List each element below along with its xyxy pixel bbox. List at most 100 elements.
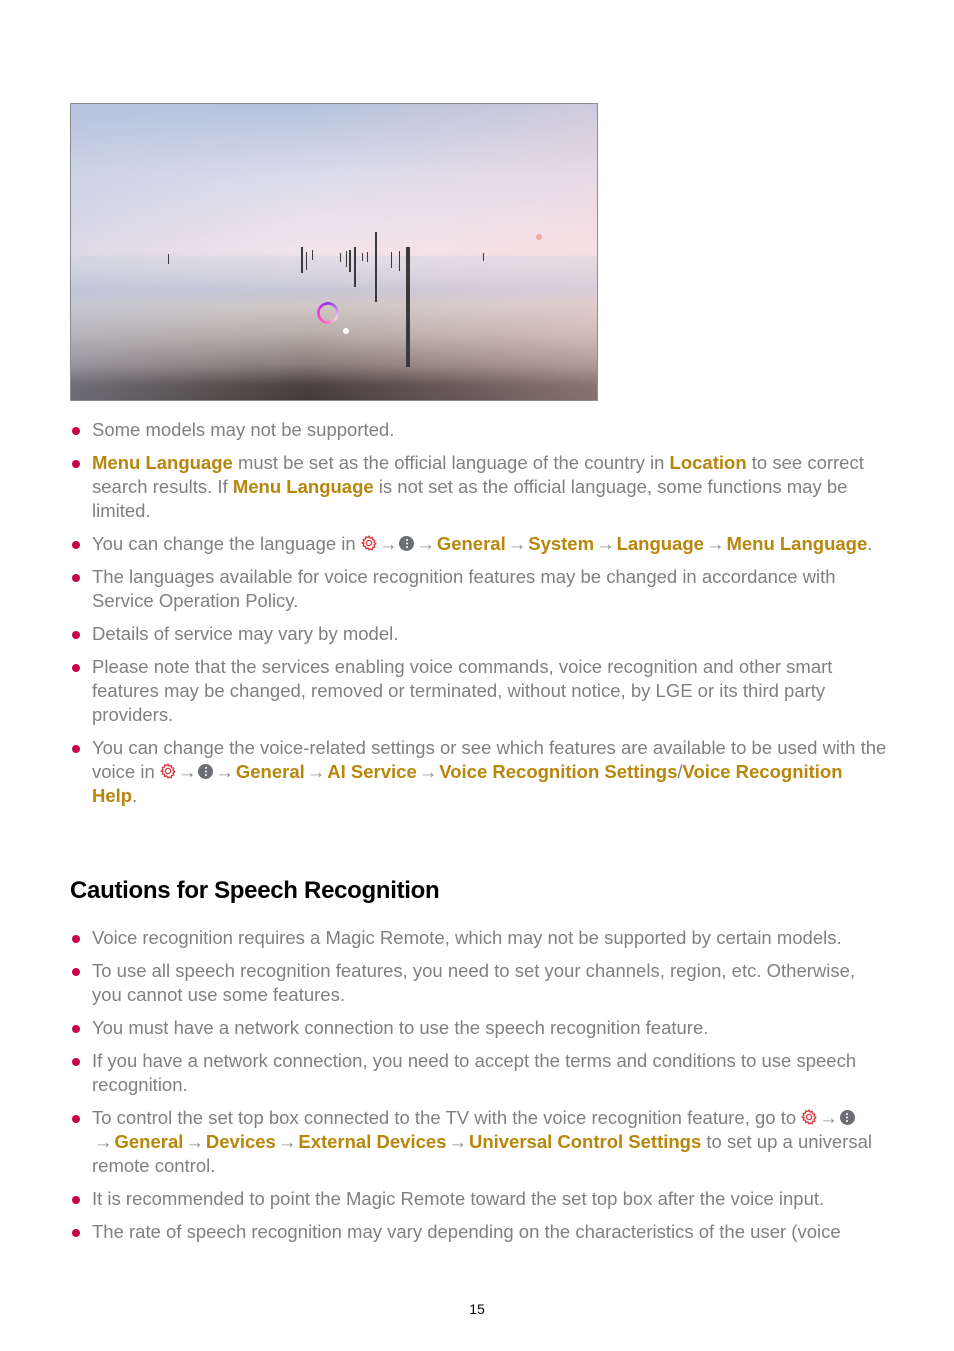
wooden-post: [375, 232, 377, 302]
body-text: The languages available for voice recogn…: [92, 566, 836, 611]
bullet-icon: [72, 1025, 80, 1033]
cautions-list: Voice recognition requires a Magic Remot…: [70, 926, 890, 1253]
wooden-post: [340, 253, 341, 262]
wooden-post: [399, 251, 400, 271]
menu-path-label: Language: [616, 533, 704, 554]
note-item: Some models may not be supported.: [70, 418, 890, 442]
note-item: You can change the language in → → General…: [70, 532, 890, 556]
bullet-icon: [72, 460, 80, 468]
menu-path-label: External Devices: [298, 1131, 447, 1152]
note-item: The languages available for voice recogn…: [70, 565, 890, 613]
wooden-post: [354, 247, 356, 287]
menu-path-label: AI Service: [327, 761, 417, 782]
bullet-icon: [72, 1229, 80, 1237]
bullet-icon: [72, 664, 80, 672]
wooden-post: [312, 250, 313, 260]
body-text: To control the set top box connected to …: [92, 1107, 802, 1128]
tv-screen-illustration: [70, 103, 598, 401]
arrow-right-icon: →: [177, 761, 197, 782]
arrow-right-icon: →: [277, 1131, 297, 1152]
body-text: .: [132, 785, 138, 806]
body-text: You can change the language in: [92, 533, 361, 554]
bullet-icon: [72, 935, 80, 943]
body-text: Please note that the services enabling v…: [92, 656, 833, 725]
caution-item: The rate of speech recognition may vary …: [70, 1220, 890, 1244]
wooden-post: [306, 252, 307, 270]
bullet-icon: [72, 1115, 80, 1123]
wooden-post: [301, 247, 303, 273]
arrow-right-icon: →: [448, 1131, 467, 1152]
section-title: Cautions for Speech Recognition: [70, 877, 440, 904]
body-text: If you have a network connection, you ne…: [92, 1050, 857, 1095]
body-text: Voice recognition requires a Magic Remot…: [92, 927, 842, 948]
note-item: You can change the voice-related setting…: [70, 736, 890, 808]
wooden-post: [367, 252, 368, 262]
menu-path-label: Menu Language: [92, 452, 233, 473]
note-item: Please note that the services enabling v…: [70, 655, 890, 727]
wooden-post: [346, 251, 347, 267]
more-dots-icon: [839, 1110, 855, 1125]
gear-icon: [801, 1107, 818, 1125]
body-text: To use all speech recognition features, …: [92, 960, 856, 1005]
bullet-icon: [72, 968, 80, 976]
menu-path-label: Menu Language: [232, 476, 374, 497]
arrow-right-icon: →: [596, 533, 615, 554]
voice-recognition-ring-icon: [317, 302, 339, 324]
menu-path-label: System: [528, 533, 595, 554]
sun: [536, 234, 542, 240]
wooden-post: [406, 247, 410, 367]
menu-path-label: General: [114, 1131, 184, 1152]
arrow-right-icon: →: [705, 533, 725, 554]
arrow-right-icon: →: [418, 761, 438, 782]
body-text: .: [867, 533, 873, 554]
caution-item: To control the set top box connected to …: [70, 1106, 890, 1178]
arrow-right-icon: →: [215, 761, 234, 782]
caution-item: If you have a network connection, you ne…: [70, 1049, 890, 1097]
bullet-icon: [72, 427, 80, 435]
caution-item: You must have a network connection to us…: [70, 1016, 890, 1040]
menu-path-label: Location: [669, 452, 747, 473]
wooden-post: [362, 253, 363, 261]
wooden-post: [483, 253, 484, 261]
bullet-icon: [72, 541, 80, 549]
body-text: must be set as the official language of …: [232, 452, 670, 473]
body-text: It is recommended to point the Magic Rem…: [92, 1188, 825, 1209]
body-text: Details of service may vary by model.: [92, 623, 399, 644]
note-item: Menu Language must be set as the officia…: [70, 451, 890, 523]
gear-icon: [360, 533, 377, 551]
arrow-right-icon: →: [378, 533, 398, 554]
more-dots-icon: [198, 764, 214, 779]
arrow-right-icon: →: [819, 1107, 838, 1128]
bullet-icon: [72, 745, 80, 753]
caution-item: To use all speech recognition features, …: [70, 959, 890, 1007]
wooden-post: [349, 250, 351, 272]
menu-path-label: Universal Control Settings: [468, 1131, 702, 1152]
more-dots-icon: [399, 536, 415, 551]
sky-gradient: [71, 104, 597, 400]
bullet-icon: [72, 1058, 80, 1066]
notes-list: Some models may not be supported. Menu La…: [70, 418, 890, 817]
menu-path-label: General: [235, 761, 305, 782]
body-text: You must have a network connection to us…: [92, 1017, 709, 1038]
body-text: The rate of speech recognition may vary …: [92, 1221, 841, 1242]
bullet-icon: [72, 574, 80, 582]
menu-path-label: Menu Language: [726, 533, 868, 554]
arrow-right-icon: →: [507, 533, 527, 554]
note-item: Details of service may vary by model.: [70, 622, 890, 646]
arrow-right-icon: →: [416, 533, 435, 554]
arrow-right-icon: →: [306, 761, 326, 782]
arrow-right-icon: →: [185, 1131, 204, 1152]
bullet-icon: [72, 631, 80, 639]
gear-icon: [159, 761, 176, 779]
wooden-post: [391, 252, 392, 268]
bullet-icon: [72, 1196, 80, 1204]
caution-item: Voice recognition requires a Magic Remot…: [70, 926, 890, 950]
menu-path-label: General: [436, 533, 506, 554]
body-text: Some models may not be supported.: [92, 419, 395, 440]
arrow-right-icon: →: [94, 1131, 113, 1152]
wooden-post: [168, 254, 169, 264]
voice-indicator-dot: [343, 328, 349, 334]
sea-fog: [71, 256, 597, 296]
caution-item: It is recommended to point the Magic Rem…: [70, 1187, 890, 1211]
page-number: 15: [469, 1301, 485, 1317]
